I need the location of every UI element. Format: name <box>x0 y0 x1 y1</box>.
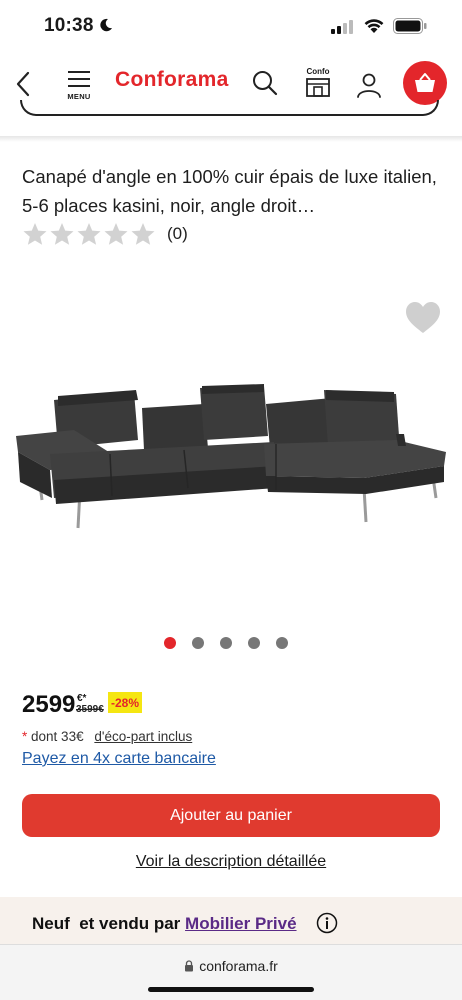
menu-button[interactable]: MENU <box>62 70 96 101</box>
carousel-dot-1[interactable] <box>164 637 176 649</box>
eco-amount: dont 33€ <box>31 729 84 744</box>
seller-prefix: Neuf et vendu par <box>32 914 181 933</box>
sofa-illustration <box>16 384 446 529</box>
seller-panel: Neuf et vendu par Mobilier Privé <box>0 897 462 947</box>
search-icon <box>253 71 278 96</box>
star-icon <box>104 223 128 245</box>
lock-icon <box>185 960 194 972</box>
wifi-icon <box>364 19 384 33</box>
hamburger-icon <box>68 71 90 73</box>
product-image[interactable] <box>14 370 448 530</box>
moon-icon <box>100 18 112 32</box>
conforama-logo[interactable]: Conforama <box>115 68 229 92</box>
search-button[interactable] <box>251 69 279 97</box>
header-divider <box>0 136 462 142</box>
star-icon <box>23 223 47 245</box>
confo-label: Confo <box>306 67 330 76</box>
product-rating[interactable]: (0) <box>22 220 188 248</box>
chevron-left-icon <box>16 71 30 97</box>
see-description-link[interactable]: Voir la description détaillée <box>0 853 462 871</box>
heart-icon <box>406 302 440 333</box>
carousel-dot-4[interactable] <box>248 637 260 649</box>
search-bar-edge <box>20 100 439 116</box>
status-bar: 10:38 <box>0 0 462 56</box>
price-currency: €* <box>77 693 87 704</box>
back-button[interactable] <box>12 69 36 99</box>
star-icon <box>50 223 74 245</box>
payment-installments-link[interactable]: Payez en 4x carte bancaire <box>22 750 216 768</box>
carousel-dot-2[interactable] <box>192 637 204 649</box>
account-button[interactable] <box>355 70 383 100</box>
carousel-dot-3[interactable] <box>220 637 232 649</box>
eco-asterisk: * <box>22 729 28 744</box>
seller-link[interactable]: Mobilier Privé <box>185 914 296 933</box>
old-price: 3599€ <box>76 704 104 715</box>
carousel-dots <box>164 637 304 649</box>
confo-store-button[interactable]: Confo <box>303 67 333 101</box>
eco-part-link[interactable]: d'éco-part inclus <box>94 729 192 744</box>
status-time: 10:38 <box>44 15 94 36</box>
user-icon <box>357 73 381 98</box>
current-price: 2599 <box>22 691 76 718</box>
browser-bar: conforama.fr <box>0 944 462 1000</box>
star-icon <box>131 223 155 245</box>
seller-info: Neuf et vendu par Mobilier Privé <box>32 914 297 934</box>
url-text: conforama.fr <box>199 958 278 974</box>
hamburger-icon-bar <box>68 85 90 87</box>
eco-participation: * dont 33€ d'éco-part inclus <box>22 729 192 744</box>
basket-icon <box>415 73 435 92</box>
cart-button[interactable] <box>403 61 447 105</box>
url-bar[interactable]: conforama.fr <box>0 958 462 974</box>
signal-icon <box>331 20 353 34</box>
rating-count: (0) <box>167 224 188 243</box>
home-indicator[interactable] <box>148 987 314 992</box>
store-icon <box>306 78 330 97</box>
hamburger-icon-bar <box>68 78 90 80</box>
add-to-cart-button[interactable]: Ajouter au panier <box>22 794 440 837</box>
carousel-dot-5[interactable] <box>276 637 288 649</box>
info-icon[interactable] <box>316 912 338 934</box>
battery-icon <box>393 18 427 34</box>
wishlist-button[interactable] <box>404 300 442 336</box>
product-title: Canapé d'angle en 100% cuir épais de lux… <box>22 166 437 216</box>
discount-badge: -28% <box>108 692 143 713</box>
star-icon <box>77 223 101 245</box>
